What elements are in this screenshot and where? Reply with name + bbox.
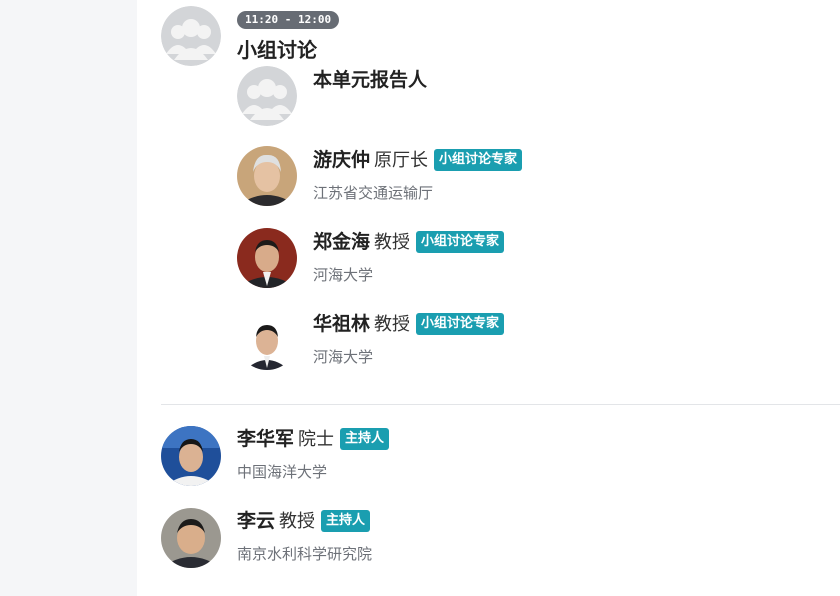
speaker-org: 江苏省交通运输厅 <box>313 184 434 202</box>
speaker-name: 华祖林 <box>313 313 371 335</box>
section-divider <box>161 404 840 405</box>
host-title: 院士 <box>298 429 335 450</box>
speaker-line: 郑金海 教授 小组讨论专家 <box>313 229 505 256</box>
session-title: 小组讨论 <box>237 38 317 62</box>
role-tag: 主持人 <box>340 428 390 450</box>
speaker-line: 华祖林 教授 小组讨论专家 <box>313 311 505 338</box>
speaker-avatar <box>237 228 297 288</box>
role-tag: 小组讨论专家 <box>416 313 505 335</box>
reporter-placeholder-avatar-icon <box>237 66 297 126</box>
host-name: 李云 <box>237 510 276 532</box>
role-tag: 小组讨论专家 <box>434 149 523 171</box>
role-tag: 小组讨论专家 <box>416 231 505 253</box>
speaker-line-reporter: 本单元报告人 <box>313 67 427 94</box>
host-title: 教授 <box>279 511 316 532</box>
host-avatar <box>161 426 221 486</box>
speaker-org: 河海大学 <box>313 266 374 284</box>
left-margin-strip <box>0 0 137 596</box>
group-avatar-icon <box>161 6 221 66</box>
host-name: 李华军 <box>237 428 295 450</box>
speaker-title: 教授 <box>374 314 411 335</box>
host-org: 南京水利科学研究院 <box>237 545 373 563</box>
speaker-avatar <box>237 310 297 370</box>
role-tag: 主持人 <box>321 510 371 532</box>
speaker-title: 教授 <box>374 232 411 253</box>
speaker-avatar <box>237 146 297 206</box>
speaker-name: 郑金海 <box>313 231 371 253</box>
host-line: 李华军 院士 主持人 <box>237 426 390 453</box>
host-org: 中国海洋大学 <box>237 463 328 481</box>
speaker-line: 游庆仲 原厅长 小组讨论专家 <box>313 147 523 174</box>
speaker-org: 河海大学 <box>313 348 374 366</box>
speaker-title: 原厅长 <box>374 150 429 171</box>
speaker-name: 游庆仲 <box>313 149 371 171</box>
host-line: 李云 教授 主持人 <box>237 508 371 535</box>
host-avatar <box>161 508 221 568</box>
speaker-name: 本单元报告人 <box>313 69 428 91</box>
session-time-badge: 11:20 - 12:00 <box>237 11 340 29</box>
